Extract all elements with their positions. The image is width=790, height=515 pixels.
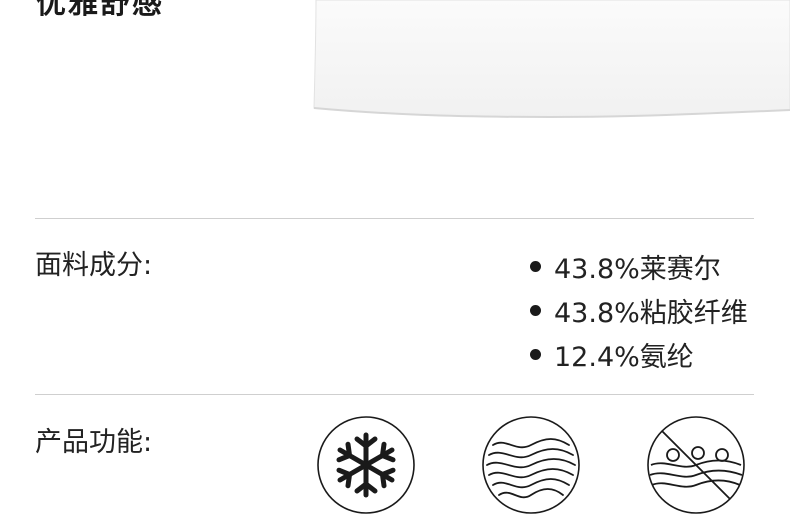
bullet-icon — [530, 260, 541, 272]
divider-top — [35, 218, 754, 219]
list-item: 43.8%莱赛尔 — [530, 244, 748, 288]
list-item: 43.8%粘胶纤维 — [530, 288, 748, 332]
no-pilling-icon — [647, 416, 745, 514]
fabric-composition-list: 43.8%莱赛尔 43.8%粘胶纤维 12.4%氨纶 — [530, 244, 748, 376]
snowflake-icon — [317, 416, 415, 514]
bullet-icon — [530, 348, 541, 360]
product-features-label: 产品功能: — [35, 427, 153, 458]
garment-image — [313, 0, 790, 119]
section-heading: 优雅舒感 — [36, 0, 164, 21]
divider-bottom — [35, 394, 754, 395]
list-item: 12.4%氨纶 — [530, 332, 748, 376]
fabric-item-text: 43.8%莱赛尔 — [554, 253, 721, 285]
wave-lines-icon — [482, 416, 580, 514]
fabric-item-text: 12.4%氨纶 — [554, 341, 694, 373]
bullet-icon — [530, 304, 541, 316]
fabric-item-text: 43.8%粘胶纤维 — [554, 297, 748, 329]
fabric-composition-label: 面料成分: — [35, 250, 153, 281]
